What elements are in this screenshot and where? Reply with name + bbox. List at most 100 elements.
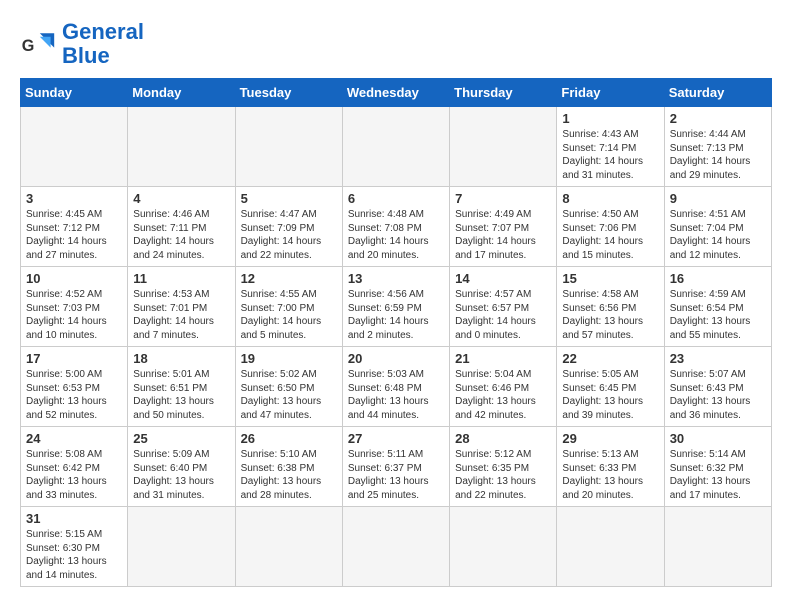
day-info: Sunrise: 5:05 AM Sunset: 6:45 PM Dayligh… — [562, 368, 658, 422]
calendar-week-row: 17 Sunrise: 5:00 AM Sunset: 6:53 PM Dayli… — [21, 347, 772, 427]
calendar-day-cell: 5 Sunrise: 4:47 AM Sunset: 7:09 PM Daylig… — [235, 187, 342, 267]
calendar-day-cell: 25 Sunrise: 5:09 AM Sunset: 6:40 PM Dayli… — [128, 427, 235, 507]
day-info: Sunrise: 4:53 AM Sunset: 7:01 PM Dayligh… — [133, 288, 229, 342]
calendar-header: SundayMondayTuesdayWednesdayThursdayFrid… — [21, 79, 772, 107]
logo-general: General — [62, 19, 144, 44]
logo: G General Blue — [20, 20, 144, 68]
day-number: 9 — [670, 191, 766, 206]
day-info: Sunrise: 5:09 AM Sunset: 6:40 PM Dayligh… — [133, 448, 229, 502]
day-number: 28 — [455, 431, 551, 446]
day-info: Sunrise: 5:01 AM Sunset: 6:51 PM Dayligh… — [133, 368, 229, 422]
day-info: Sunrise: 5:10 AM Sunset: 6:38 PM Dayligh… — [241, 448, 337, 502]
day-number: 27 — [348, 431, 444, 446]
logo-blue: Blue — [62, 43, 110, 68]
calendar-day-cell: 12 Sunrise: 4:55 AM Sunset: 7:00 PM Dayli… — [235, 267, 342, 347]
day-info: Sunrise: 5:03 AM Sunset: 6:48 PM Dayligh… — [348, 368, 444, 422]
calendar-day-cell — [342, 107, 449, 187]
day-number: 2 — [670, 111, 766, 126]
day-info: Sunrise: 4:59 AM Sunset: 6:54 PM Dayligh… — [670, 288, 766, 342]
calendar-day-cell: 18Sunrise: 5:01 AM Sunset: 6:51 PM Dayli… — [128, 347, 235, 427]
calendar-day-cell: 29 Sunrise: 5:13 AM Sunset: 6:33 PM Dayli… — [557, 427, 664, 507]
calendar-day-cell — [21, 107, 128, 187]
day-number: 29 — [562, 431, 658, 446]
day-info: Sunrise: 5:02 AM Sunset: 6:50 PM Dayligh… — [241, 368, 337, 422]
day-number: 10 — [26, 271, 122, 286]
calendar-day-cell: 17 Sunrise: 5:00 AM Sunset: 6:53 PM Dayli… — [21, 347, 128, 427]
day-info: Sunrise: 5:13 AM Sunset: 6:33 PM Dayligh… — [562, 448, 658, 502]
day-number: 1 — [562, 111, 658, 126]
weekday-saturday: Saturday — [664, 79, 771, 107]
day-info: Sunrise: 5:07 AM Sunset: 6:43 PM Dayligh… — [670, 368, 766, 422]
svg-text:G: G — [22, 37, 35, 55]
calendar-day-cell — [557, 507, 664, 587]
weekday-monday: Monday — [128, 79, 235, 107]
day-info: Sunrise: 4:55 AM Sunset: 7:00 PM Dayligh… — [241, 288, 337, 342]
calendar-body: 1 Sunrise: 4:43 AM Sunset: 7:14 PM Daylig… — [21, 107, 772, 587]
calendar-day-cell: 8 Sunrise: 4:50 AM Sunset: 7:06 PM Daylig… — [557, 187, 664, 267]
calendar-day-cell: 11 Sunrise: 4:53 AM Sunset: 7:01 PM Dayli… — [128, 267, 235, 347]
day-info: Sunrise: 5:04 AM Sunset: 6:46 PM Dayligh… — [455, 368, 551, 422]
calendar-week-row: 1 Sunrise: 4:43 AM Sunset: 7:14 PM Daylig… — [21, 107, 772, 187]
calendar-week-row: 10 Sunrise: 4:52 AM Sunset: 7:03 PM Dayli… — [21, 267, 772, 347]
day-number: 4 — [133, 191, 229, 206]
calendar-week-row: 31Sunrise: 5:15 AM Sunset: 6:30 PM Dayli… — [21, 507, 772, 587]
day-info: Sunrise: 4:46 AM Sunset: 7:11 PM Dayligh… — [133, 208, 229, 262]
weekday-sunday: Sunday — [21, 79, 128, 107]
calendar-day-cell: 22 Sunrise: 5:05 AM Sunset: 6:45 PM Dayli… — [557, 347, 664, 427]
day-info: Sunrise: 5:14 AM Sunset: 6:32 PM Dayligh… — [670, 448, 766, 502]
calendar-week-row: 3 Sunrise: 4:45 AM Sunset: 7:12 PM Daylig… — [21, 187, 772, 267]
day-number: 11 — [133, 271, 229, 286]
calendar-day-cell: 6Sunrise: 4:48 AM Sunset: 7:08 PM Daylig… — [342, 187, 449, 267]
calendar-day-cell — [235, 507, 342, 587]
day-number: 12 — [241, 271, 337, 286]
calendar-week-row: 24Sunrise: 5:08 AM Sunset: 6:42 PM Dayli… — [21, 427, 772, 507]
day-number: 15 — [562, 271, 658, 286]
weekday-friday: Friday — [557, 79, 664, 107]
calendar-day-cell: 20 Sunrise: 5:03 AM Sunset: 6:48 PM Dayli… — [342, 347, 449, 427]
calendar-day-cell: 24Sunrise: 5:08 AM Sunset: 6:42 PM Dayli… — [21, 427, 128, 507]
day-info: Sunrise: 4:50 AM Sunset: 7:06 PM Dayligh… — [562, 208, 658, 262]
day-info: Sunrise: 4:58 AM Sunset: 6:56 PM Dayligh… — [562, 288, 658, 342]
calendar-day-cell: 26 Sunrise: 5:10 AM Sunset: 6:38 PM Dayli… — [235, 427, 342, 507]
day-number: 5 — [241, 191, 337, 206]
day-number: 3 — [26, 191, 122, 206]
day-info: Sunrise: 4:48 AM Sunset: 7:08 PM Dayligh… — [348, 208, 444, 262]
day-number: 17 — [26, 351, 122, 366]
calendar-day-cell: 2 Sunrise: 4:44 AM Sunset: 7:13 PM Daylig… — [664, 107, 771, 187]
weekday-header-row: SundayMondayTuesdayWednesdayThursdayFrid… — [21, 79, 772, 107]
day-info: Sunrise: 4:44 AM Sunset: 7:13 PM Dayligh… — [670, 128, 766, 182]
page-header: G General Blue — [20, 20, 772, 68]
day-number: 26 — [241, 431, 337, 446]
calendar-day-cell: 1 Sunrise: 4:43 AM Sunset: 7:14 PM Daylig… — [557, 107, 664, 187]
day-number: 20 — [348, 351, 444, 366]
day-number: 30 — [670, 431, 766, 446]
calendar-day-cell: 30 Sunrise: 5:14 AM Sunset: 6:32 PM Dayli… — [664, 427, 771, 507]
calendar-day-cell: 10 Sunrise: 4:52 AM Sunset: 7:03 PM Dayli… — [21, 267, 128, 347]
calendar-day-cell: 21 Sunrise: 5:04 AM Sunset: 6:46 PM Dayli… — [450, 347, 557, 427]
calendar-day-cell: 13Sunrise: 4:56 AM Sunset: 6:59 PM Dayli… — [342, 267, 449, 347]
calendar-table: SundayMondayTuesdayWednesdayThursdayFrid… — [20, 78, 772, 587]
day-number: 8 — [562, 191, 658, 206]
day-info: Sunrise: 4:45 AM Sunset: 7:12 PM Dayligh… — [26, 208, 122, 262]
day-info: Sunrise: 4:43 AM Sunset: 7:14 PM Dayligh… — [562, 128, 658, 182]
calendar-day-cell — [342, 507, 449, 587]
day-number: 22 — [562, 351, 658, 366]
day-info: Sunrise: 4:51 AM Sunset: 7:04 PM Dayligh… — [670, 208, 766, 262]
calendar-day-cell: 23Sunrise: 5:07 AM Sunset: 6:43 PM Dayli… — [664, 347, 771, 427]
weekday-wednesday: Wednesday — [342, 79, 449, 107]
day-number: 25 — [133, 431, 229, 446]
calendar-day-cell — [450, 107, 557, 187]
calendar-day-cell: 19Sunrise: 5:02 AM Sunset: 6:50 PM Dayli… — [235, 347, 342, 427]
day-info: Sunrise: 4:47 AM Sunset: 7:09 PM Dayligh… — [241, 208, 337, 262]
day-number: 21 — [455, 351, 551, 366]
weekday-tuesday: Tuesday — [235, 79, 342, 107]
weekday-thursday: Thursday — [450, 79, 557, 107]
calendar-day-cell — [235, 107, 342, 187]
calendar-day-cell — [128, 107, 235, 187]
calendar-day-cell: 15 Sunrise: 4:58 AM Sunset: 6:56 PM Dayli… — [557, 267, 664, 347]
calendar-day-cell: 27Sunrise: 5:11 AM Sunset: 6:37 PM Dayli… — [342, 427, 449, 507]
day-info: Sunrise: 4:52 AM Sunset: 7:03 PM Dayligh… — [26, 288, 122, 342]
calendar-day-cell: 14Sunrise: 4:57 AM Sunset: 6:57 PM Dayli… — [450, 267, 557, 347]
calendar-day-cell: 4 Sunrise: 4:46 AM Sunset: 7:11 PM Daylig… — [128, 187, 235, 267]
day-info: Sunrise: 5:00 AM Sunset: 6:53 PM Dayligh… — [26, 368, 122, 422]
